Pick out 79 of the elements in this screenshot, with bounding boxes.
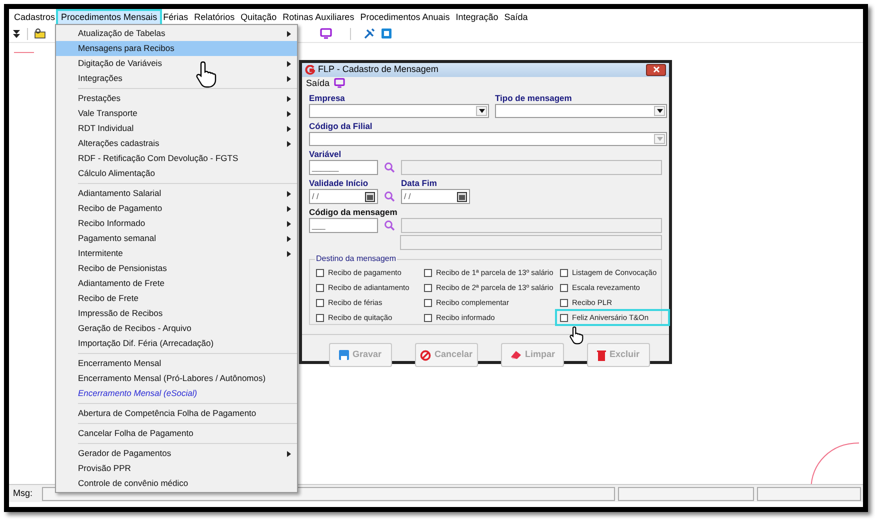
menu-item[interactable]: Gerador de Pagamentos <box>56 446 297 461</box>
caret-icon <box>478 109 484 113</box>
book-icon[interactable] <box>381 28 392 39</box>
hand-cursor-icon <box>569 325 585 345</box>
menu-item[interactable]: Pagamento semanal <box>56 231 297 246</box>
menu-item[interactable]: Prestações <box>56 91 297 106</box>
menu-item[interactable]: Saída <box>306 76 330 90</box>
menu-bar-item[interactable]: Férias <box>160 10 192 24</box>
search-icon[interactable] <box>384 220 395 231</box>
menu-item[interactable]: Atualização de Tabelas <box>56 26 297 41</box>
field-label: Data Fim <box>401 178 438 189</box>
menu-item[interactable]: Intermitente <box>56 246 297 261</box>
hand-cursor-icon <box>195 60 219 88</box>
menu-item[interactable]: Alterações cadastrais <box>56 136 297 151</box>
menu-item[interactable]: Encerramento Mensal <box>56 356 297 371</box>
input-field[interactable]: / / <box>401 189 470 204</box>
input-field[interactable]: / / <box>309 189 378 204</box>
menu-bar-item[interactable]: Integração <box>452 10 502 24</box>
dropdown-field[interactable] <box>309 104 489 118</box>
menu-item[interactable]: Geração de Recibos - Arquivo <box>56 321 297 336</box>
calendar-icon[interactable] <box>457 192 467 202</box>
input-field[interactable]: ___ <box>309 218 378 233</box>
dropdown-field[interactable] <box>495 104 667 118</box>
field-label: Código da Filial <box>309 121 374 132</box>
field-label: Validade Início <box>309 178 370 189</box>
dropdown-field[interactable] <box>309 132 667 146</box>
menu-bar-item[interactable]: Procedimentos Mensais <box>58 10 160 24</box>
menu-bar-item[interactable]: Relatórios <box>191 10 238 24</box>
app-logo-icon <box>305 64 315 75</box>
group-title: Destino da mensagem <box>315 254 398 264</box>
menu-item[interactable]: Provisão PPR <box>56 461 297 476</box>
menu-item[interactable]: Cálculo Alimentação <box>56 166 297 181</box>
monitor-icon[interactable] <box>320 28 332 39</box>
menu-item[interactable]: Vale Transporte <box>56 106 297 121</box>
menu-item[interactable]: Encerramento Mensal (eSocial) <box>56 386 297 401</box>
search-icon[interactable] <box>384 191 395 202</box>
status-label: Msg: <box>12 486 34 500</box>
menu-item[interactable]: Mensagens para Recibos <box>56 41 297 56</box>
menu-item[interactable]: Adiantamento de Frete <box>56 276 297 291</box>
close-icon <box>652 66 660 74</box>
menu-item[interactable]: Integrações <box>56 71 297 86</box>
tools-icon[interactable] <box>363 28 375 40</box>
field-label: Código da mensagem <box>309 207 398 218</box>
search-icon[interactable] <box>384 162 395 173</box>
menu-item[interactable]: Adiantamento Salarial <box>56 186 297 201</box>
menu-item[interactable]: Abertura de Competência Folha de Pagamento <box>56 406 297 421</box>
menu-bar-item[interactable]: Procedimentos Anuais <box>357 10 453 24</box>
window-title: FLP - Cadastro de Mensagem <box>318 63 440 76</box>
trash-icon <box>597 350 606 360</box>
prohibited-icon <box>420 350 432 360</box>
menu-item[interactable]: Recibo Informado <box>56 216 297 231</box>
close-button[interactable] <box>646 64 666 76</box>
input-field[interactable]: ______ <box>309 160 378 175</box>
calendar-icon[interactable] <box>365 192 375 202</box>
menu-item[interactable]: Digitação de Variáveis <box>56 56 297 71</box>
menu-item[interactable]: Recibo de Pensionistas <box>56 261 297 276</box>
menu-item[interactable]: Controle de convênio médico <box>56 476 297 491</box>
menu-item[interactable]: Encerramento Mensal (Pró-Labores / Autônomos) <box>56 371 297 386</box>
menu-bar-item[interactable]: Cadastros <box>11 10 58 24</box>
caret-icon <box>656 137 662 141</box>
menu-bar-item[interactable]: Rotinas Auxiliares <box>280 10 358 24</box>
floppy-icon <box>339 350 350 360</box>
double-down-arrow-icon[interactable] <box>12 28 21 38</box>
menu-bar-item[interactable]: Quitação <box>238 10 280 24</box>
menu-item[interactable]: RDF - Retificação Com Devolução - FGTS <box>56 151 297 166</box>
field-label: Tipo de mensagem <box>495 93 573 104</box>
menu-item[interactable]: Cancelar Folha de Pagamento <box>56 426 297 441</box>
menu-item[interactable]: RDT Individual <box>56 121 297 136</box>
folder-key-icon[interactable] <box>34 28 46 39</box>
caret-icon <box>656 109 662 113</box>
menu-item[interactable]: Recibo de Pagamento <box>56 201 297 216</box>
menu-item[interactable]: Impressão de Recibos <box>56 306 297 321</box>
menu-bar-item[interactable]: Saída <box>501 10 531 24</box>
field-label: Empresa <box>309 93 346 104</box>
menu-item[interactable]: Recibo de Frete <box>56 291 297 306</box>
field-label: Variável <box>309 149 342 160</box>
monitor-icon[interactable] <box>334 78 345 88</box>
menu-item[interactable]: Importação Dif. Féria (Arrecadação) <box>56 336 297 351</box>
eraser-icon <box>510 350 522 360</box>
